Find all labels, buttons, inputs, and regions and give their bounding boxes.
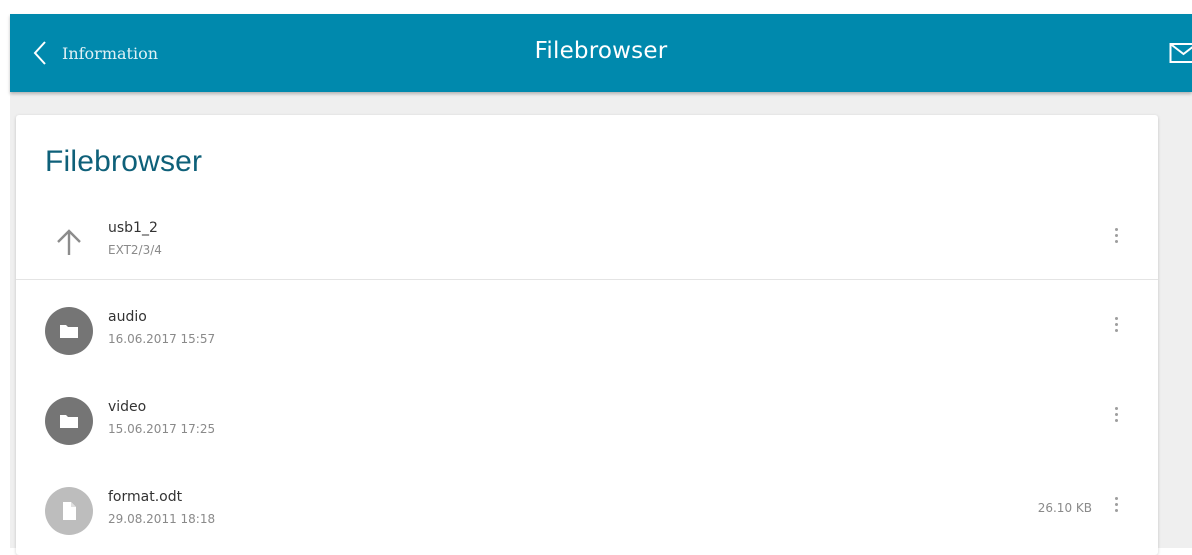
list-item[interactable]: format.odt 29.08.2011 18:18 26.10 KB (16, 473, 1158, 549)
item-date: 15.06.2017 17:25 (108, 422, 215, 436)
arrow-up-icon (45, 218, 93, 266)
list-item[interactable]: video 15.06.2017 17:25 (16, 383, 1158, 459)
divider (16, 279, 1158, 280)
more-vertical-icon[interactable] (1106, 220, 1126, 250)
filebrowser-card: Filebrowser usb1_2 EXT2/3/4 audio 16.06.… (16, 115, 1158, 555)
page-title: Filebrowser (10, 38, 1192, 64)
item-size: 26.10 KB (1038, 501, 1092, 515)
parent-name: usb1_2 (108, 220, 158, 236)
app-frame: Information Filebrowser Filebrowser usb1… (10, 14, 1192, 548)
item-name: audio (108, 309, 147, 325)
file-icon (45, 487, 93, 535)
folder-icon (45, 307, 93, 355)
parent-directory-row[interactable]: usb1_2 EXT2/3/4 (16, 204, 1158, 280)
item-name: format.odt (108, 489, 182, 505)
card-title: Filebrowser (45, 145, 202, 179)
more-vertical-icon[interactable] (1106, 489, 1126, 519)
top-bar: Information Filebrowser (10, 14, 1192, 92)
list-item[interactable]: audio 16.06.2017 15:57 (16, 293, 1158, 369)
item-date: 16.06.2017 15:57 (108, 332, 215, 346)
item-name: video (108, 399, 146, 415)
more-vertical-icon[interactable] (1106, 399, 1126, 429)
folder-icon (45, 397, 93, 445)
parent-filesystem: EXT2/3/4 (108, 243, 162, 257)
item-date: 29.08.2011 18:18 (108, 512, 215, 526)
mail-icon[interactable] (1169, 42, 1192, 64)
more-vertical-icon[interactable] (1106, 309, 1126, 339)
